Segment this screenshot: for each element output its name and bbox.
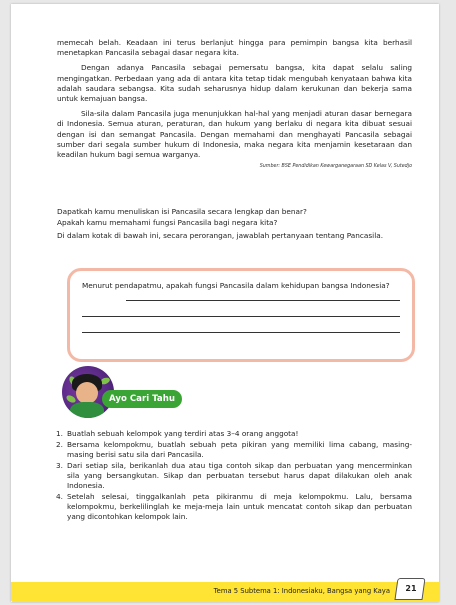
answer-line[interactable] <box>82 332 400 333</box>
questions-block: Dapatkah kamu menuliskan isi Pancasila s… <box>57 207 412 242</box>
intro-text: memecah belah. Keadaan ini terus berlanj… <box>57 38 412 172</box>
section-label: Ayo Cari Tahu <box>102 390 182 408</box>
page-number: 21 <box>405 584 417 593</box>
activity-steps: 1. Buatlah sebuah kelompok yang terdiri a… <box>56 429 412 523</box>
list-item: 4. Setelah selesai, tinggalkanlah peta pi… <box>56 491 412 522</box>
answer-box: Menurut pendapatmu, apakah fungsi Pancas… <box>67 268 415 362</box>
question-1: Dapatkah kamu menuliskan isi Pancasila s… <box>57 207 307 216</box>
intro-paragraph-1: memecah belah. Keadaan ini terus berlanj… <box>57 38 412 58</box>
question-2: Apakah kamu memahami fungsi Pancasila ba… <box>57 218 278 228</box>
answer-line[interactable] <box>82 316 400 317</box>
list-item: 2. Bersama kelompokmu, buatlah sebuah pet… <box>56 439 412 459</box>
intro-paragraph-2: Dengan adanya Pancasila sebagai pemersat… <box>57 63 412 104</box>
source-citation: Sumber: BSE Pendidikan Kewarganegaraan S… <box>259 164 412 170</box>
answer-line[interactable] <box>126 300 400 301</box>
list-item: 1. Buatlah sebuah kelompok yang terdiri a… <box>56 429 299 438</box>
intro-paragraph-3: Sila-sila dalam Pancasila juga menunjukk… <box>57 109 412 160</box>
instruction-text: Di dalam kotak di bawah ini, secara pero… <box>57 231 384 241</box>
footer-title: Tema 5 Subtema 1: Indonesiaku, Bangsa ya… <box>213 587 390 595</box>
list-item: 3. Dari setiap sila, berikanlah dua atau … <box>56 460 412 491</box>
section-header: Ayo Cari Tahu <box>62 366 232 418</box>
answer-prompt: Menurut pendapatmu, apakah fungsi Pancas… <box>82 281 390 290</box>
page-footer: Tema 5 Subtema 1: Indonesiaku, Bangsa ya… <box>11 578 440 602</box>
